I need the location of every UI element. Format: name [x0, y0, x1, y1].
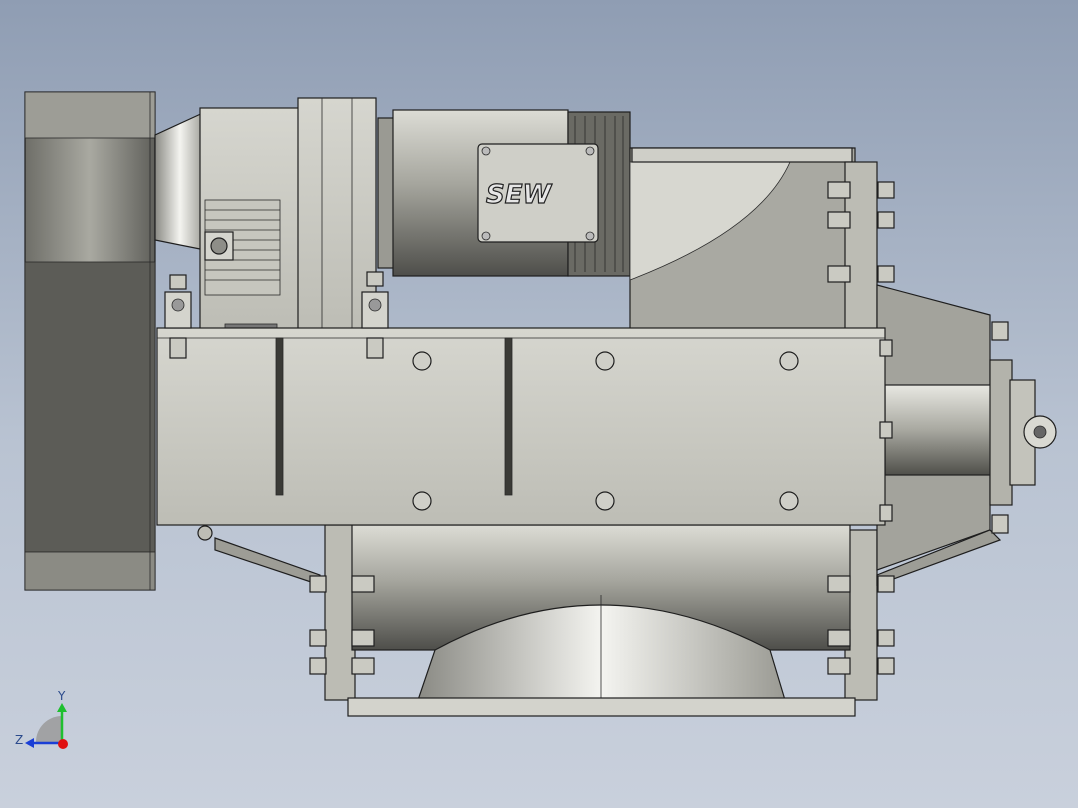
cad-viewport[interactable]: SEW Y Z	[0, 0, 1078, 808]
motor[interactable]: SEW	[377, 109, 631, 277]
rotary-valve-model[interactable]: SEW Y Z	[0, 0, 1078, 808]
bearing-bracket[interactable]	[876, 284, 1057, 571]
triad-quarter-disc	[36, 716, 62, 742]
y-axis-label: Y	[57, 689, 66, 703]
orientation-triad[interactable]: Y Z	[15, 689, 68, 749]
side-plate[interactable]	[156, 327, 886, 526]
coupling-cone[interactable]	[154, 111, 206, 251]
gearbox[interactable]	[199, 97, 377, 333]
brand-badge: SEW	[477, 143, 599, 243]
z-axis-arrowhead	[25, 738, 34, 748]
left-drum[interactable]	[24, 91, 156, 591]
inlet-hopper[interactable]	[629, 147, 856, 331]
y-axis-arrowhead	[57, 703, 67, 712]
x-axis-dot	[58, 739, 68, 749]
z-axis-label: Z	[15, 733, 23, 747]
brand-label: SEW	[486, 180, 552, 210]
